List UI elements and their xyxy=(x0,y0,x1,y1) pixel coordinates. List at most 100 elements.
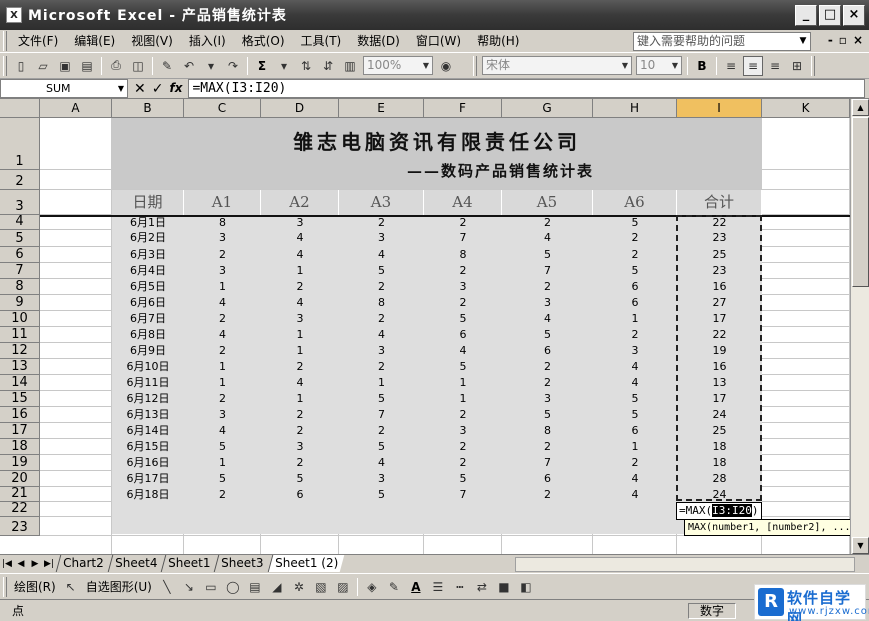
date-cell[interactable]: 6月1日 xyxy=(112,215,184,231)
value-cell[interactable]: 4 xyxy=(502,230,593,246)
open-folder-icon[interactable]: ▱ xyxy=(33,56,53,76)
value-cell[interactable]: 2 xyxy=(593,327,677,343)
menu-window[interactable]: 窗口(W) xyxy=(408,31,469,51)
value-cell[interactable]: 4 xyxy=(261,375,339,391)
value-cell[interactable]: 2 xyxy=(502,279,593,295)
date-cell[interactable]: 6月16日 xyxy=(112,455,184,471)
value-cell[interactable]: 3 xyxy=(261,215,339,231)
value-cell[interactable]: 6 xyxy=(593,295,677,311)
table-header-cell[interactable]: A2 xyxy=(261,190,339,215)
help-icon[interactable]: ◉ xyxy=(436,56,456,76)
value-cell[interactable]: 3 xyxy=(502,391,593,407)
value-cell[interactable]: 8 xyxy=(184,215,261,231)
zoom-select[interactable]: 100% ▼ xyxy=(363,56,433,75)
value-cell[interactable]: 3 xyxy=(261,311,339,327)
value-cell[interactable]: 6 xyxy=(502,343,593,359)
align-left-icon[interactable]: ≡ xyxy=(721,56,741,76)
row-header-19[interactable]: 19 xyxy=(0,455,40,471)
formula-input[interactable]: =MAX(I3:I20) xyxy=(188,79,865,98)
value-cell[interactable]: 4 xyxy=(261,247,339,263)
value-cell[interactable]: 4 xyxy=(502,311,593,327)
value-cell[interactable]: 4 xyxy=(184,423,261,439)
bold-button[interactable]: B xyxy=(692,56,712,76)
row-header-20[interactable]: 20 xyxy=(0,471,40,487)
value-cell[interactable]: 3 xyxy=(184,263,261,279)
date-cell[interactable]: 6月3日 xyxy=(112,247,184,263)
value-cell[interactable]: 4 xyxy=(261,295,339,311)
date-cell[interactable]: 6月8日 xyxy=(112,327,184,343)
menu-view[interactable]: 视图(V) xyxy=(123,31,181,51)
value-cell[interactable]: 4 xyxy=(593,375,677,391)
row-header-2[interactable]: 2 xyxy=(0,170,40,190)
value-cell[interactable]: 2 xyxy=(339,359,424,375)
menu-edit[interactable]: 编辑(E) xyxy=(66,31,123,51)
value-cell[interactable]: 2 xyxy=(184,391,261,407)
arrow-style-icon[interactable]: ⇄ xyxy=(472,577,492,597)
cancel-icon[interactable]: ✕ xyxy=(134,81,146,97)
menu-tools[interactable]: 工具(T) xyxy=(293,31,350,51)
value-cell[interactable]: 4 xyxy=(339,455,424,471)
font-size-select[interactable]: 10 ▼ xyxy=(636,56,682,75)
permission-icon[interactable]: ▤ xyxy=(77,56,97,76)
value-cell[interactable]: 6 xyxy=(261,487,339,503)
tab-chart2[interactable]: Chart2 xyxy=(55,555,110,572)
value-cell[interactable]: 1 xyxy=(261,343,339,359)
date-cell[interactable]: 6月7日 xyxy=(112,311,184,327)
value-cell[interactable]: 2 xyxy=(339,279,424,295)
date-cell[interactable]: 6月11日 xyxy=(112,375,184,391)
sort-descending-icon[interactable]: ⇵ xyxy=(318,56,338,76)
merge-center-icon[interactable]: ⊞ xyxy=(787,56,807,76)
column-header-h[interactable]: H xyxy=(593,99,677,118)
tab-sheet3[interactable]: Sheet3 xyxy=(214,555,270,572)
oval-tool-icon[interactable]: ◯ xyxy=(223,577,243,597)
doc-close-button[interactable]: × xyxy=(853,33,863,47)
value-cell[interactable]: 2 xyxy=(593,247,677,263)
next-sheet-icon[interactable]: ▶ xyxy=(28,559,42,569)
value-cell[interactable]: 5 xyxy=(424,359,502,375)
close-button[interactable]: × xyxy=(843,5,865,26)
chevron-down-icon[interactable]: ▼ xyxy=(669,57,681,74)
active-cell-editor[interactable]: =MAX(I3:I20) xyxy=(676,502,762,520)
value-cell[interactable]: 2 xyxy=(339,215,424,231)
value-cell[interactable]: 2 xyxy=(502,359,593,375)
value-cell[interactable]: 6 xyxy=(502,471,593,487)
value-cell[interactable]: 1 xyxy=(184,375,261,391)
row-header-16[interactable]: 16 xyxy=(0,407,40,423)
print-icon[interactable]: ⎙ xyxy=(106,56,126,76)
value-cell[interactable]: 5 xyxy=(261,471,339,487)
rectangle-tool-icon[interactable]: ▭ xyxy=(201,577,221,597)
menu-file[interactable]: 文件(F) xyxy=(10,31,66,51)
select-all-corner[interactable] xyxy=(0,99,40,118)
value-cell[interactable]: 2 xyxy=(184,487,261,503)
value-cell[interactable]: 2 xyxy=(261,359,339,375)
excel-app-icon[interactable]: X xyxy=(6,7,22,23)
function-tooltip[interactable]: MAX(number1, [number2], ...) xyxy=(684,519,850,536)
column-header-g[interactable]: G xyxy=(502,99,593,118)
date-cell[interactable]: 6月5日 xyxy=(112,279,184,295)
value-cell[interactable]: 1 xyxy=(424,391,502,407)
row-header-9[interactable]: 9 xyxy=(0,295,40,311)
font-color-icon[interactable]: A xyxy=(406,577,426,597)
date-cell[interactable]: 6月2日 xyxy=(112,230,184,246)
scroll-up-icon[interactable]: ▲ xyxy=(852,99,869,116)
value-cell[interactable]: 5 xyxy=(502,327,593,343)
value-cell[interactable]: 5 xyxy=(593,407,677,423)
date-cell[interactable]: 6月9日 xyxy=(112,343,184,359)
chevron-down-icon[interactable]: ▼ xyxy=(796,33,810,50)
wordart-icon[interactable]: ◢ xyxy=(267,577,287,597)
minimize-button[interactable]: _ xyxy=(795,5,817,26)
value-cell[interactable]: 2 xyxy=(261,423,339,439)
menu-grip[interactable] xyxy=(3,31,7,51)
horizontal-scrollbar[interactable] xyxy=(515,557,855,572)
row-header-10[interactable]: 10 xyxy=(0,311,40,327)
table-header-cell[interactable]: A5 xyxy=(502,190,593,215)
chart-wizard-icon[interactable]: ▥ xyxy=(340,56,360,76)
diagram-icon[interactable]: ✲ xyxy=(289,577,309,597)
value-cell[interactable]: 5 xyxy=(339,391,424,407)
column-header-f[interactable]: F xyxy=(424,99,502,118)
maximize-button[interactable]: □ xyxy=(819,5,841,26)
toolbar-grip[interactable] xyxy=(811,55,815,76)
value-cell[interactable]: 3 xyxy=(184,407,261,423)
align-center-icon[interactable]: ≡ xyxy=(743,55,763,76)
row-header-23[interactable]: 23 xyxy=(0,517,40,536)
